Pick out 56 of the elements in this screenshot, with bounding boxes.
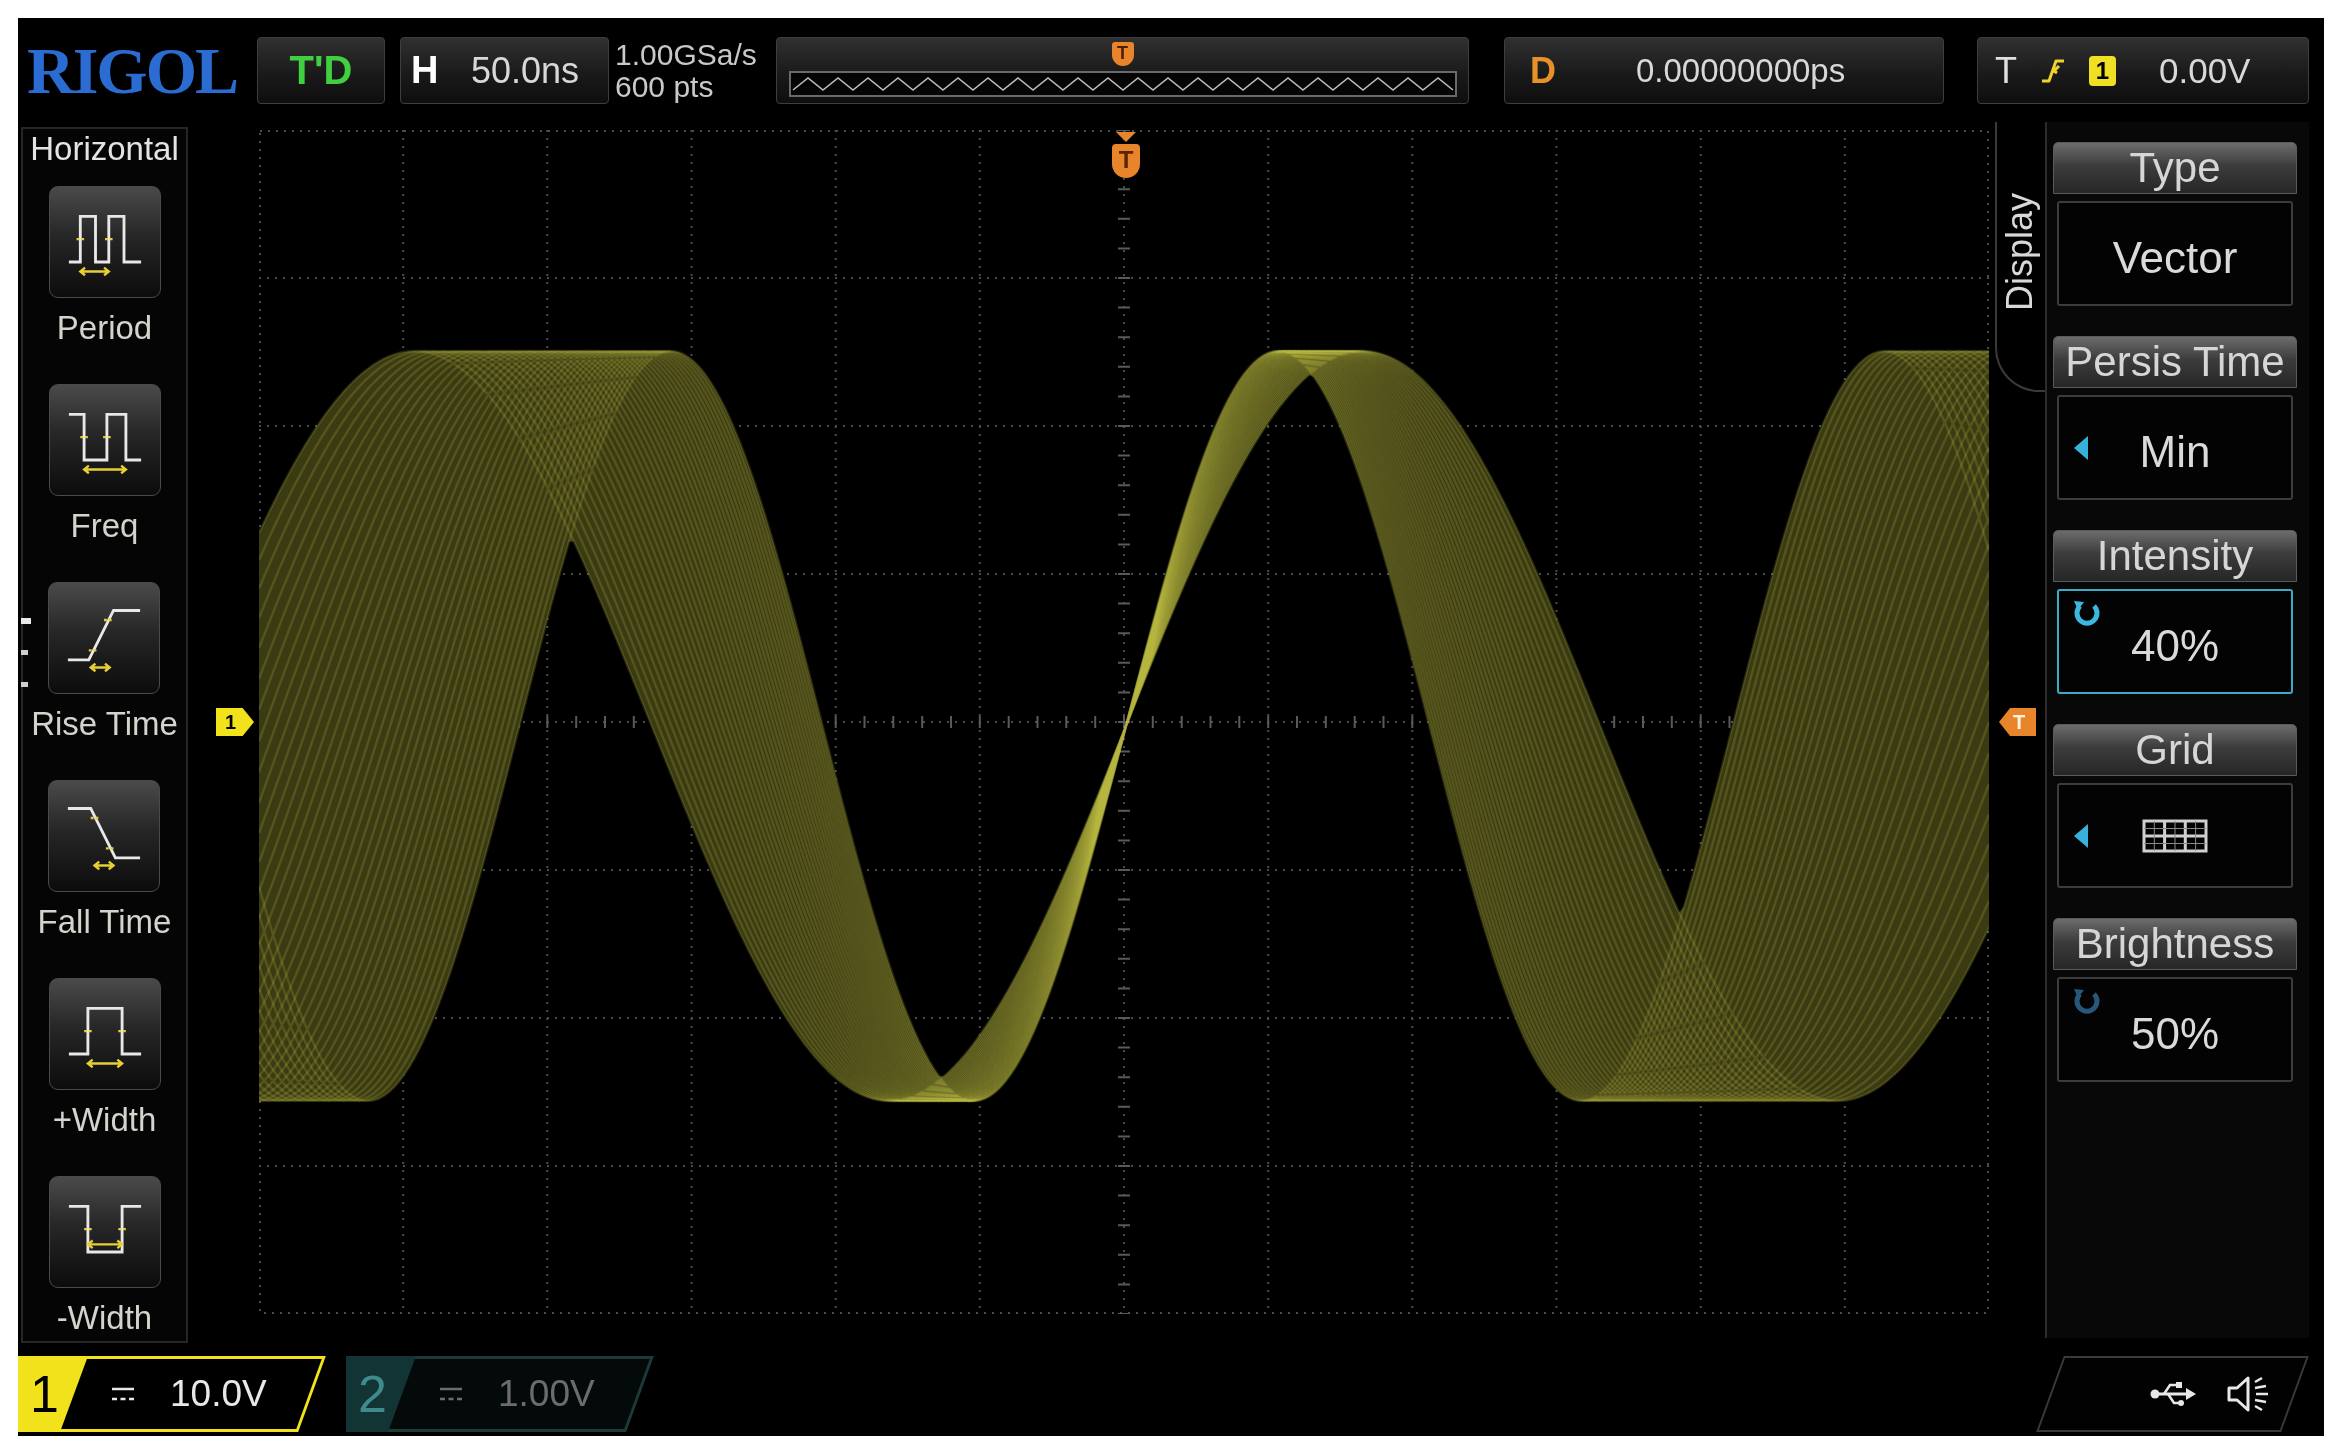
delay-value: 0.00000000ps (1636, 51, 1846, 90)
timebase-label: H (411, 49, 440, 92)
softkey-value-panel[interactable]: 40% (2057, 589, 2293, 694)
softkey-label[interactable]: Persis Time (2053, 336, 2297, 388)
channel-scale: 1.00V (498, 1373, 595, 1415)
page-indicator-icon (21, 618, 31, 688)
dc-coupling-icon (440, 1387, 462, 1401)
dc-coupling-icon (112, 1387, 134, 1401)
softkey-value-panel[interactable]: Vector (2057, 201, 2293, 306)
measure-button[interactable] (48, 384, 161, 496)
measure-label: -Width (56, 1299, 153, 1337)
left-arrow-icon (2074, 435, 2088, 460)
trigger-label: T (1995, 49, 2018, 92)
measure-label: Freq (70, 507, 139, 545)
measure-button[interactable] (48, 978, 161, 1090)
usb-icon (2150, 1381, 2196, 1407)
channel-scale: 10.0V (170, 1373, 267, 1415)
timebase-panel[interactable]: H 50.0ns (400, 37, 609, 104)
measure-label: Period (56, 309, 153, 347)
memory-depth: 600 pts (615, 70, 715, 103)
channel-marker: 1 (216, 708, 254, 736)
speaker-icon (2226, 1374, 2270, 1414)
softkey-label[interactable]: Grid (2053, 724, 2297, 776)
softkey-value-panel[interactable] (2057, 783, 2293, 888)
softkey-value-panel[interactable]: Min (2057, 395, 2293, 500)
measure-label: +Width (52, 1101, 157, 1139)
channel-number: 2 (346, 1356, 416, 1432)
softkey-value: Vector (2112, 231, 2238, 283)
measure-button[interactable] (48, 186, 161, 298)
channel-number: 1 (18, 1356, 88, 1432)
softkey-label[interactable]: Brightness (2053, 918, 2297, 970)
trigger-panel[interactable]: T 1 0.00V (1977, 37, 2309, 104)
softkey-label[interactable]: Type (2053, 142, 2297, 194)
trigger-level: 0.00V (2159, 50, 2251, 91)
trigger-source: 1 (2089, 55, 2116, 86)
measure-button[interactable] (48, 1176, 161, 1288)
sample-rate: 1.00GSa/s (615, 38, 758, 71)
softkey-value-panel[interactable]: 50% (2057, 977, 2293, 1082)
left-arrow-icon (2074, 823, 2088, 848)
grid-icon (2142, 818, 2208, 853)
softkey-value: Min (2139, 425, 2211, 477)
measure-button[interactable] (48, 582, 161, 694)
measure-button[interactable] (48, 780, 161, 892)
softkey-value: 40% (2130, 619, 2220, 671)
brand-logo: RIGOL (27, 37, 239, 104)
measure-label: Fall Time (37, 903, 172, 941)
measure-label: Rise Time (31, 705, 178, 743)
menu-title: Horizontal (30, 130, 179, 168)
run-status: T'D (257, 37, 385, 104)
trigger-level-marker: T (1999, 708, 2036, 736)
delay-panel[interactable]: D 0.00000000ps (1504, 37, 1944, 104)
softkey-value: 50% (2130, 1007, 2220, 1059)
timebase-value: 50.0ns (471, 49, 580, 92)
trigger-marker: T (1111, 42, 1134, 66)
softkey-label[interactable]: Intensity (2053, 530, 2297, 582)
delay-label: D (1530, 49, 1557, 92)
